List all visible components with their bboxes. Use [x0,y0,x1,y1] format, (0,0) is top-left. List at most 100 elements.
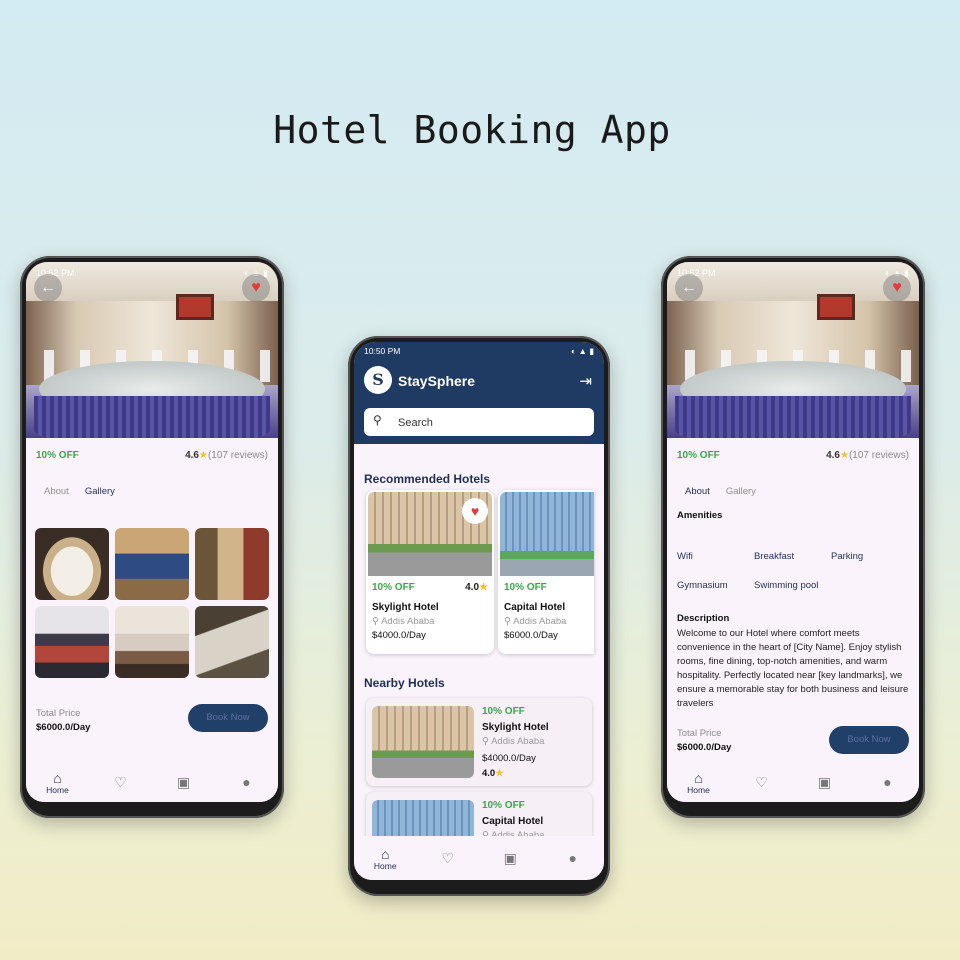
location-pin-icon: ⚲ [504,616,511,627]
tab-about[interactable]: About [685,486,710,497]
nav-home-label: Home [373,860,397,871]
nav-home-label: Home [687,784,710,795]
hotel-location: ⚲ Addis Ababa [372,616,434,627]
gallery-image[interactable] [35,528,109,600]
nav-favorites[interactable]: ♡ [106,774,136,791]
nearby-hotel-card[interactable]: 10% OFF Skylight Hotel ⚲ Addis Ababa $40… [366,698,592,786]
total-price: Total Price $6000.0/Day [677,728,731,753]
hotel-hero-image [26,262,278,438]
book-now-button[interactable]: Book Now [188,704,268,732]
screen-about: 10:52 PM ◐ ▲ ▮ ← ♥ 10% OFF 4.6★(107 revi… [667,262,919,802]
hotel-location: ⚲ Addis Ababa [482,736,544,747]
phone-gallery: 10:52 PM ◐ ▲ ▮ ← ♥ 10% OFF 4.6★(107 revi… [20,256,284,818]
discount-badge: 10% OFF [36,450,79,461]
search-input[interactable]: ⚲ Search [364,408,594,436]
hotel-name: Skylight Hotel [482,722,549,733]
amenities-title: Amenities [677,510,723,521]
recommended-title: Recommended Hotels [364,472,491,486]
hotel-name: Capital Hotel [482,816,544,827]
location-text: Addis Ababa [491,736,545,747]
nav-home[interactable]: ⌂ Home [370,846,400,871]
app-logo: S [364,366,392,394]
screen-gallery: 10:52 PM ◐ ▲ ▮ ← ♥ 10% OFF 4.6★(107 revi… [26,262,278,802]
nav-favorites[interactable]: ♡ [747,774,777,791]
detail-tabs: About Gallery [685,486,756,497]
description-text: Welcome to our Hotel where comfort meets… [677,628,909,709]
hotel-image [500,492,594,576]
hotel-card[interactable]: 10% OFF Capital Hotel ⚲ Addis Ababa $600… [498,490,594,654]
nav-favorites[interactable]: ♡ [433,850,463,867]
total-price-label: Total Price [36,708,81,719]
back-button[interactable]: ← [675,274,703,302]
heart-outline-icon: ♡ [114,773,127,790]
gallery-image[interactable] [35,606,109,678]
discount-badge: 10% OFF [482,706,525,717]
favorite-button[interactable]: ♥ [242,274,270,302]
amenity-item: Parking [831,551,864,562]
home-icon: ⌂ [694,769,703,786]
rating-value: 4.6 [826,450,840,461]
nav-home[interactable]: ⌂ Home [43,770,73,795]
gallery-grid [35,528,269,678]
rating-value: 4.0 [465,582,480,593]
amenity-item: Breakfast [754,551,795,562]
favorite-button[interactable]: ♥ [883,274,911,302]
nav-home[interactable]: ⌂ Home [684,770,714,795]
person-icon: ● [242,774,251,790]
reviews-count: (107 reviews) [848,450,909,461]
hotel-location: ⚲ Addis Ababa [504,616,566,627]
discount-badge: 10% OFF [504,582,547,593]
tab-gallery[interactable]: Gallery [85,486,115,497]
app-name: StaySphere [398,373,476,389]
gallery-image[interactable] [195,606,269,678]
search-placeholder: Search [398,417,433,429]
favorite-heart-icon[interactable]: ♥ [462,498,488,524]
heart-outline-icon: ♡ [441,849,455,866]
discount-badge: 10% OFF [372,582,415,593]
status-bar: 10:50 PM ◐ ▲ ▮ [364,346,594,357]
nav-bookings[interactable]: ▣ [169,774,199,791]
amenity-item: Gymnasium [677,580,728,591]
gallery-image[interactable] [115,606,189,678]
gallery-image[interactable] [115,528,189,600]
login-icon[interactable]: ⇥ [579,372,592,390]
star-icon: ★ [840,450,849,461]
discount-badge: 10% OFF [482,800,525,811]
hotel-card[interactable]: ♥ 10% OFF 4.0★ Skylight Hotel ⚲ Addis Ab… [366,490,494,654]
status-bar: 10:52 PM ◐ ▲ ▮ [36,268,268,279]
rating: 4.0★ [482,768,504,779]
hotel-image [372,706,474,778]
screen-home: 10:50 PM ◐ ▲ ▮ S StaySphere ⇥ ⚲ Search R… [354,342,604,880]
nav-home-label: Home [46,784,69,795]
rating: 4.6★(107 reviews) [826,450,909,461]
bottom-nav: ⌂ Home ♡ ▣ ● [26,762,278,802]
home-icon: ⌂ [381,845,390,862]
location-text: Addis Ababa [381,616,435,627]
status-time: 10:50 PM [364,346,401,356]
hotel-price: $4000.0/Day [372,630,426,641]
arrow-left-icon: ← [681,279,697,296]
location-text: Addis Ababa [513,616,567,627]
rating-value: 4.6 [185,450,199,461]
nav-bookings[interactable]: ▣ [495,850,525,867]
status-bar: 10:52 PM ◐ ▲ ▮ [677,268,909,279]
discount-badge: 10% OFF [677,450,720,461]
total-price-label: Total Price [677,728,722,739]
nav-profile[interactable]: ● [558,850,588,866]
person-icon: ● [568,850,577,866]
star-icon: ★ [495,768,504,779]
back-button[interactable]: ← [34,274,62,302]
hotel-price: $4000.0/Day [482,753,536,764]
nav-bookings[interactable]: ▣ [810,774,840,791]
rating-value: 4.0 [482,768,496,779]
nav-profile[interactable]: ● [873,774,903,790]
reviews-count: (107 reviews) [207,450,268,461]
amenities-section: Amenities Wifi Breakfast Parking Gymnasi… [677,510,909,591]
book-now-button[interactable]: Book Now [829,726,909,754]
tab-gallery[interactable]: Gallery [726,486,756,497]
amenity-item: Wifi [677,551,693,562]
heart-outline-icon: ♡ [755,773,768,790]
tab-about[interactable]: About [44,486,69,497]
nav-profile[interactable]: ● [232,774,262,790]
gallery-image[interactable] [195,528,269,600]
